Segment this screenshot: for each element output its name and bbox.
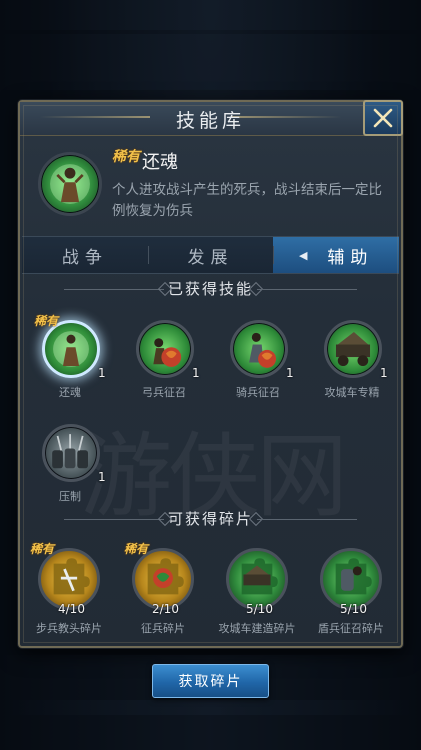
divider	[257, 519, 357, 520]
siege-expertise-skill-icon[interactable]	[324, 320, 382, 378]
skill-item[interactable]: 1 弓兵征召	[124, 320, 204, 400]
siege-engine-icon	[335, 331, 371, 367]
skill-name: 弓兵征召	[142, 386, 186, 399]
skill-item[interactable]: 1 攻城车专精	[312, 320, 392, 400]
rare-badge: 稀有	[112, 149, 140, 165]
puzzle-piece-icon	[53, 558, 90, 595]
fragment-count: 2/10	[152, 602, 179, 616]
close-icon	[373, 108, 393, 128]
skill-name: 骑兵征召	[236, 386, 280, 399]
cavalry-icon	[249, 332, 277, 368]
rare-badge: 稀有	[34, 314, 59, 328]
get-fragments-button[interactable]: 获取碎片	[152, 664, 269, 698]
acquired-skills-heading: 已获得技能	[20, 278, 401, 300]
divider	[64, 289, 164, 290]
fragment-count: 5/10	[340, 602, 367, 616]
suppress-skill-icon[interactable]	[42, 424, 100, 482]
featured-skill-name: 还魂	[142, 152, 178, 173]
puzzle-piece-icon	[147, 558, 184, 595]
fragment-name: 盾兵征召碎片	[318, 622, 384, 635]
fragment-item[interactable]: 5/10 盾兵征召碎片	[306, 542, 396, 642]
triangle-left-icon: ◀	[298, 248, 314, 262]
puzzle-piece-icon	[241, 558, 278, 595]
infantry-instructor-fragment-icon[interactable]	[38, 548, 100, 610]
fragment-item[interactable]: 稀有 2/10 征兵碎片	[118, 542, 208, 642]
fragment-count: 4/10	[58, 602, 85, 616]
fragment-item[interactable]: 稀有 4/10 步兵教头碎片	[24, 542, 114, 642]
tab-war[interactable]: 战争	[22, 237, 148, 273]
siege-engine-build-fragment-icon[interactable]	[226, 548, 288, 610]
close-button[interactable]	[363, 100, 403, 136]
skill-item[interactable]: 1 压制	[30, 424, 110, 504]
cavalry-recruit-skill-icon[interactable]	[230, 320, 288, 378]
tab-development[interactable]: 发展	[147, 237, 274, 273]
featured-skill-description: 个人进攻战斗产生的死兵，战斗结束后一定比例恢复为伤兵	[112, 182, 382, 219]
fragment-name: 步兵教头碎片	[36, 622, 102, 635]
skill-level: 1	[98, 366, 106, 380]
featured-skill-icon	[38, 152, 102, 216]
skill-level: 1	[98, 470, 106, 484]
tab-label: 发展	[187, 247, 234, 268]
section-title: 可获得碎片	[167, 510, 253, 528]
skill-item[interactable]: 1 骑兵征召	[218, 320, 298, 400]
skill-name: 压制	[59, 490, 81, 503]
skill-library-dialog: 技能库 稀有 还魂 个人进攻战斗产生的死兵，战斗结束后一定比例恢复为伤兵 战争 …	[18, 100, 403, 648]
fragment-name: 攻城车建造碎片	[218, 622, 296, 635]
skill-level: 1	[286, 366, 294, 380]
warrior-figure-icon	[53, 331, 89, 367]
fragments-heading: 可获得碎片	[20, 508, 401, 530]
tab-support[interactable]: ◀ 辅助	[273, 237, 400, 273]
fragment-count: 5/10	[246, 602, 273, 616]
shield-recruit-fragment-icon[interactable]	[320, 548, 382, 610]
conscription-fragment-icon[interactable]	[132, 548, 194, 610]
tab-label: 战争	[61, 247, 108, 268]
section-title: 已获得技能	[167, 280, 253, 298]
warrior-figure-icon	[50, 164, 90, 204]
fragment-name: 征兵碎片	[141, 622, 185, 635]
rare-badge: 稀有	[30, 542, 55, 556]
tab-label: 辅助	[327, 247, 374, 268]
puzzle-piece-icon	[335, 558, 372, 595]
dialog-title: 技能库	[175, 110, 245, 132]
shield-soldiers-icon	[52, 434, 89, 469]
skill-name: 还魂	[59, 386, 81, 399]
fragment-item[interactable]: 5/10 攻城车建造碎片	[212, 542, 302, 642]
skill-name: 攻城车专精	[324, 386, 380, 399]
skill-item[interactable]: 稀有 1 还魂	[30, 314, 110, 400]
skill-level: 1	[380, 366, 388, 380]
dialog-title-bar: 技能库	[20, 102, 401, 136]
category-tabs: 战争 发展 ◀ 辅助	[22, 236, 400, 274]
divider	[257, 289, 357, 290]
divider	[64, 519, 164, 520]
skill-level: 1	[192, 366, 200, 380]
archer-icon	[153, 338, 182, 367]
archer-recruit-skill-icon[interactable]	[136, 320, 194, 378]
rare-badge: 稀有	[124, 542, 149, 556]
